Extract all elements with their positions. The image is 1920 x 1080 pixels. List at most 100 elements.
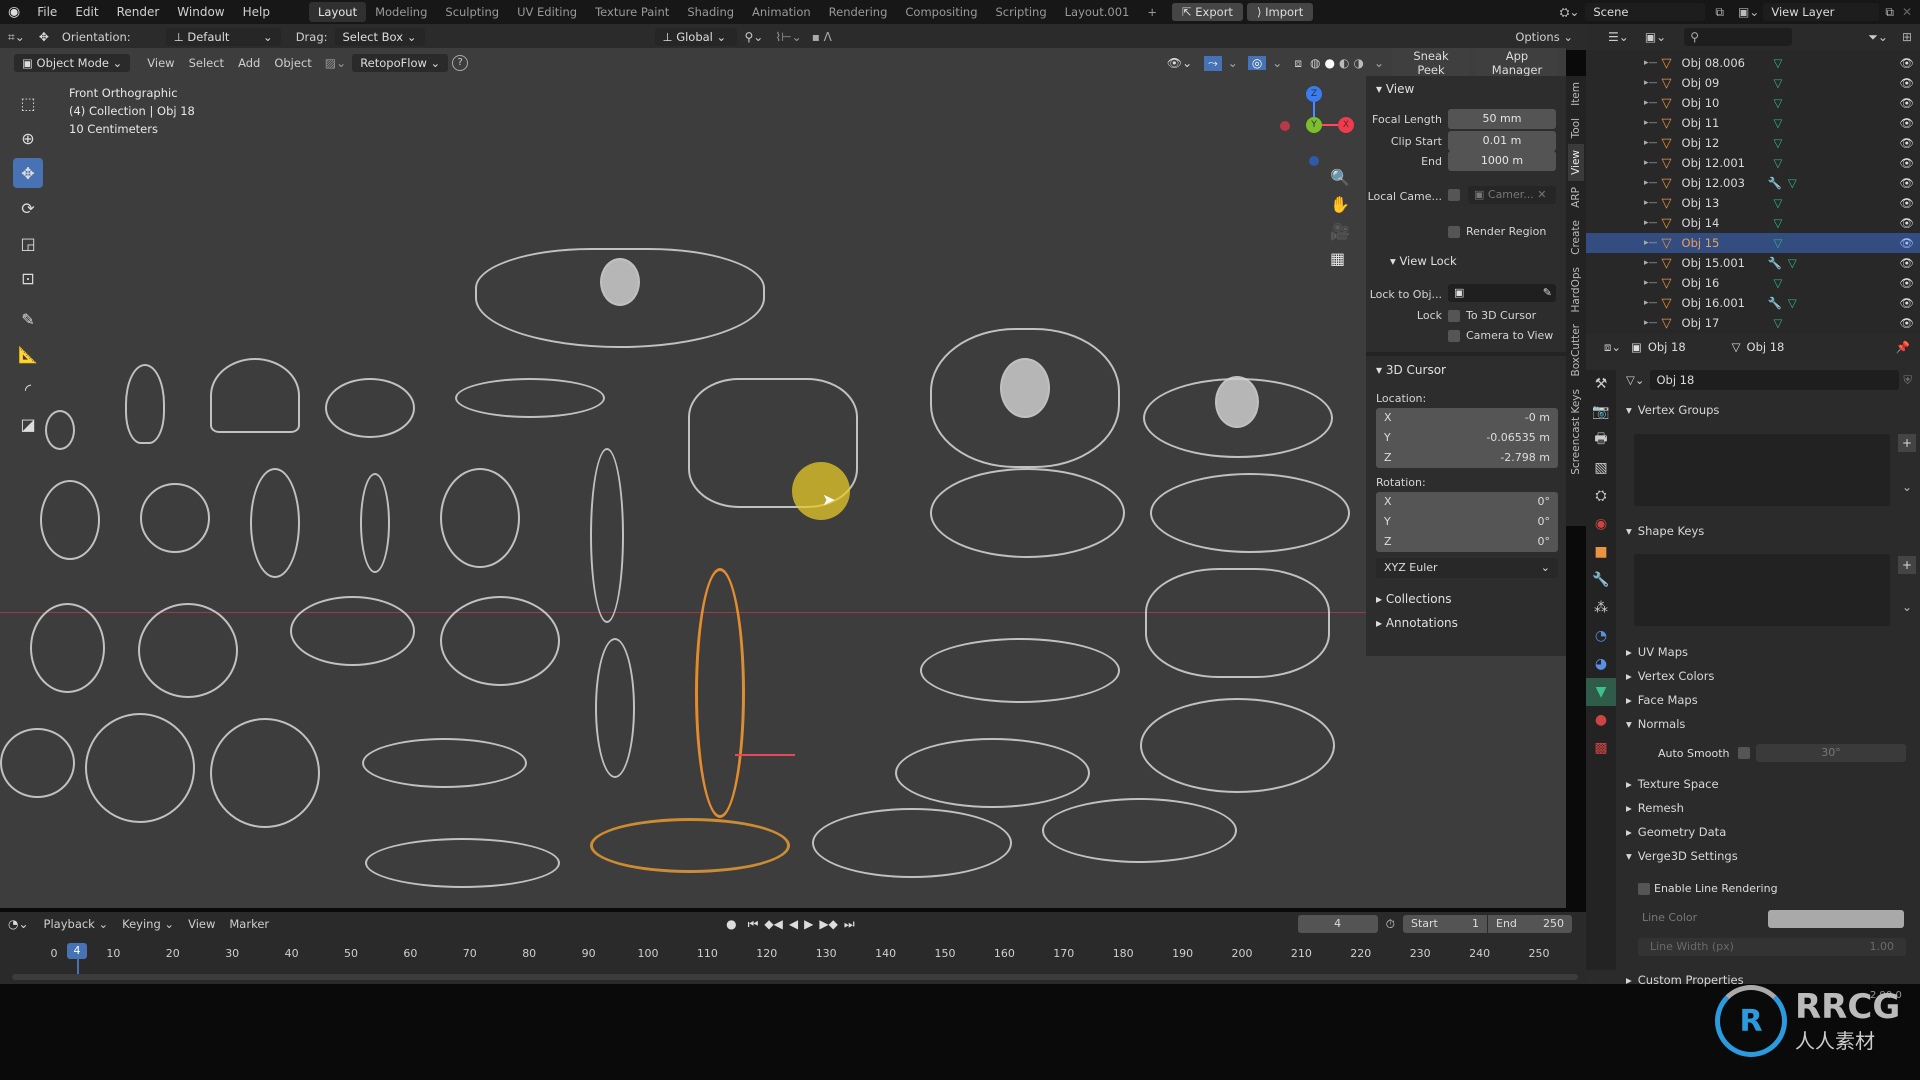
snap-icon[interactable]: ⌇⊢⌄ <box>771 30 805 44</box>
ornament-model[interactable] <box>210 358 300 433</box>
visibility-eye-icon[interactable]: 👁 <box>1899 116 1914 130</box>
sidebar-tab-arp[interactable]: ARP <box>1568 181 1584 214</box>
outliner-item[interactable]: ▸— ▽ Obj 17 ▽ 👁 <box>1586 313 1920 333</box>
display-mode-icon[interactable]: ☰⌄ <box>1586 30 1637 44</box>
object-tab-icon[interactable]: ■ <box>1586 538 1616 566</box>
remove-view-layer-icon[interactable]: ✕ <box>1900 5 1920 19</box>
scene-icon[interactable]: ⛭⌄ <box>1554 5 1586 20</box>
new-collection-icon[interactable]: ⊞ <box>1894 30 1920 44</box>
remesh-section-header[interactable]: ▸ Remesh <box>1626 796 1684 820</box>
mesh-data-icon[interactable]: ▽ <box>1774 96 1783 110</box>
outliner-item[interactable]: ▸— ▽ Obj 10 ▽ 👁 <box>1586 93 1920 113</box>
eyedropper-icon[interactable]: ✎ <box>1543 284 1556 302</box>
clip-start-field[interactable]: 0.01 m <box>1448 131 1556 151</box>
geometry-data-section-header[interactable]: ▸ Geometry Data <box>1626 820 1726 844</box>
ornament-models[interactable] <box>0 48 1366 908</box>
ornament-model[interactable] <box>1145 568 1330 678</box>
import-button[interactable]: ⟩ Import <box>1246 3 1314 21</box>
view-layer-tab-icon[interactable]: ▧ <box>1586 454 1616 482</box>
mesh-data-icon[interactable]: ▽ <box>1774 216 1783 230</box>
cursor-rotation-z-field[interactable]: Z 0° <box>1376 532 1558 552</box>
auto-smooth-checkbox[interactable] <box>1738 747 1750 759</box>
outliner-item[interactable]: ▸— ▽ Obj 15 ▽ 👁 <box>1586 233 1920 253</box>
shape-keys-list[interactable] <box>1634 554 1890 626</box>
view-lock-section-header[interactable]: ▾ View Lock <box>1380 254 1457 268</box>
lock-to-object-field[interactable]: ▣ ✎ <box>1448 284 1556 302</box>
ornament-model[interactable] <box>455 378 605 418</box>
ornament-model[interactable] <box>595 638 635 778</box>
sidebar-tab-view[interactable]: View <box>1568 144 1584 182</box>
proportional-edit-icon[interactable]: ▪ Λ <box>806 30 838 44</box>
modifier-tab-icon[interactable]: 🔧 <box>1586 566 1616 594</box>
timeline-scrollbar[interactable] <box>12 974 1578 980</box>
menu-edit[interactable]: Edit <box>66 5 107 19</box>
outliner-item[interactable]: ▸— ▽ Obj 13 ▽ 👁 <box>1586 193 1920 213</box>
fake-user-icon[interactable]: ⛨ <box>1899 373 1916 388</box>
visibility-eye-icon[interactable]: 👁 <box>1899 56 1914 70</box>
auto-smooth-angle-field[interactable]: 30° <box>1756 744 1906 762</box>
clip-end-field[interactable]: 1000 m <box>1448 151 1556 171</box>
menu-window[interactable]: Window <box>168 5 233 19</box>
sidebar-tab-hardops[interactable]: HardOps <box>1568 261 1584 319</box>
visibility-eye-icon[interactable]: 👁 <box>1899 76 1914 90</box>
scene-selector[interactable]: Scene <box>1585 3 1706 21</box>
modifier-wrench-icon[interactable]: 🔧 <box>1768 176 1782 190</box>
outliner-item[interactable]: ▸— ▽ Obj 14 ▽ 👁 <box>1586 213 1920 233</box>
selected-ornament-model[interactable] <box>695 568 745 818</box>
ornament-model[interactable] <box>210 718 320 828</box>
outliner-item[interactable]: ▸— ▽ Obj 12 ▽ 👁 <box>1586 133 1920 153</box>
ornament-model[interactable] <box>600 258 640 306</box>
ornament-model[interactable] <box>45 410 75 450</box>
ornament-model[interactable] <box>365 838 560 888</box>
mesh-data-tab-icon[interactable]: ▼ <box>1586 678 1616 706</box>
ornament-model[interactable] <box>1000 358 1050 418</box>
visibility-eye-icon[interactable]: 👁 <box>1899 216 1914 230</box>
view-section-header[interactable]: ▾ View <box>1366 82 1414 96</box>
vertex-groups-section-header[interactable]: ▾ Vertex Groups <box>1626 398 1719 422</box>
ornament-model[interactable] <box>0 728 75 798</box>
world-tab-icon[interactable]: ◉ <box>1586 510 1616 538</box>
enable-line-rendering-checkbox[interactable] <box>1638 883 1650 895</box>
vertex-groups-list[interactable] <box>1634 434 1890 506</box>
ornament-model[interactable] <box>85 713 195 823</box>
constraints-tab-icon[interactable]: ◕ <box>1586 650 1616 678</box>
visibility-eye-icon[interactable]: 👁 <box>1899 196 1914 210</box>
add-workspace-button[interactable]: + <box>1138 2 1166 22</box>
menu-render[interactable]: Render <box>108 5 169 19</box>
new-view-layer-icon[interactable]: ⧉ <box>1879 5 1900 20</box>
options-button[interactable]: Options ⌄ <box>1508 28 1580 46</box>
pivot-icon[interactable]: ⚲⌄ <box>737 30 772 44</box>
tool-properties-tab-icon[interactable]: ⚒ <box>1586 370 1616 398</box>
app-manager-button[interactable]: App Manager <box>1476 48 1558 79</box>
tab-layout-001[interactable]: Layout.001 <box>1056 2 1139 22</box>
tab-modeling[interactable]: Modeling <box>366 2 436 22</box>
output-properties-tab-icon[interactable]: 🖶 <box>1586 426 1616 454</box>
sidebar-tab-tool[interactable]: Tool <box>1568 112 1584 144</box>
visibility-eye-icon[interactable]: 👁 <box>1899 136 1914 150</box>
export-button[interactable]: ⇱ Export <box>1171 3 1243 21</box>
playhead[interactable]: 4 <box>67 943 87 959</box>
ornament-model[interactable] <box>1215 376 1259 428</box>
sidebar-tab-screencast-keys[interactable]: Screencast Keys <box>1568 383 1584 481</box>
mesh-data-icon[interactable]: ▽ <box>1774 276 1783 290</box>
menu-help[interactable]: Help <box>234 5 279 19</box>
physics-tab-icon[interactable]: ◔ <box>1586 622 1616 650</box>
ornament-model[interactable] <box>1042 798 1237 863</box>
verge3d-settings-section-header[interactable]: ▾ Verge3D Settings <box>1626 844 1738 868</box>
ornament-model[interactable] <box>590 448 624 623</box>
mesh-data-icon[interactable]: ▽ <box>1774 156 1783 170</box>
ornament-model[interactable] <box>40 480 100 560</box>
visibility-eye-icon[interactable]: 👁 <box>1899 256 1914 270</box>
sidebar-tab-create[interactable]: Create <box>1568 214 1584 261</box>
mesh-data-icon[interactable]: ▽ <box>1774 316 1783 330</box>
vertex-groups-menu-icon[interactable]: ⌄ <box>1898 480 1916 498</box>
visibility-eye-icon[interactable]: 👁 <box>1899 296 1914 310</box>
tab-rendering[interactable]: Rendering <box>820 2 897 22</box>
cursor-location-x-field[interactable]: X -0 m <box>1376 408 1558 428</box>
tab-layout[interactable]: Layout <box>308 2 367 22</box>
ornament-model[interactable] <box>440 468 520 568</box>
editor-type-icon[interactable]: ⧈⌄ <box>1586 340 1631 355</box>
vertex-colors-section-header[interactable]: ▸ Vertex Colors <box>1626 664 1714 688</box>
visibility-eye-icon[interactable]: 👁 <box>1899 156 1914 170</box>
outliner-item[interactable]: ▸— ▽ Obj 09 ▽ 👁 <box>1586 73 1920 93</box>
